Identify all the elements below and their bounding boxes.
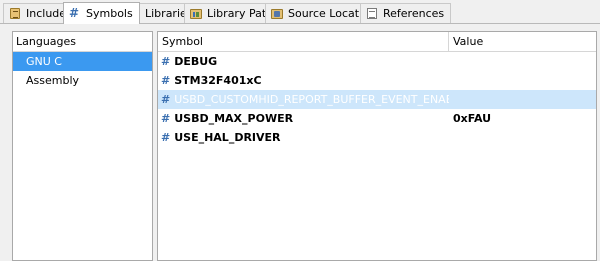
column-header-value[interactable]: Value xyxy=(449,32,596,51)
tab-strip: Includes # Symbols Libraries Library Pat… xyxy=(0,0,600,26)
symbol-name: USBD_CUSTOMHID_REPORT_BUFFER_EVENT_ENABL… xyxy=(174,93,449,106)
symbol-cell: # USBD_CUSTOMHID_REPORT_BUFFER_EVENT_ENAB… xyxy=(158,90,449,109)
table-row[interactable]: # USBD_MAX_POWER 0xFAU xyxy=(158,109,596,128)
library-paths-icon xyxy=(190,7,203,20)
source-location-icon xyxy=(271,7,284,20)
value-cell xyxy=(449,52,596,71)
table-row[interactable]: # USE_HAL_DRIVER xyxy=(158,128,596,147)
includes-icon xyxy=(9,7,22,20)
hash-icon: # xyxy=(161,131,171,144)
language-item-gnu-c[interactable]: GNU C xyxy=(13,52,152,71)
languages-list: Languages GNU C Assembly xyxy=(12,31,153,261)
hash-icon: # xyxy=(161,112,171,125)
table-header: Symbol Value xyxy=(158,32,596,52)
value-cell xyxy=(449,90,596,109)
symbol-cell: # DEBUG xyxy=(158,52,449,71)
tab-label: References xyxy=(383,6,445,20)
value-cell xyxy=(449,71,596,90)
hash-icon: # xyxy=(161,93,171,106)
language-item-assembly[interactable]: Assembly xyxy=(13,71,152,90)
symbol-cell: # USBD_MAX_POWER xyxy=(158,109,449,128)
symbol-name: DEBUG xyxy=(174,55,218,68)
value-cell: 0xFAU xyxy=(453,112,492,125)
symbol-cell: # USE_HAL_DRIVER xyxy=(158,128,449,147)
tab-label: Symbols xyxy=(86,6,133,20)
tab-references[interactable]: References xyxy=(360,3,452,23)
column-header-symbol[interactable]: Symbol xyxy=(158,32,449,51)
symbol-name: STM32F401xC xyxy=(174,74,262,87)
languages-header: Languages xyxy=(13,32,152,52)
symbols-table: Symbol Value # DEBUG # STM32F401xC # USBD_C… xyxy=(157,31,597,261)
table-row-selected[interactable]: # USBD_CUSTOMHID_REPORT_BUFFER_EVENT_ENAB… xyxy=(158,90,596,109)
references-icon xyxy=(366,7,379,20)
table-row[interactable]: # DEBUG xyxy=(158,52,596,71)
hash-icon: # xyxy=(161,74,171,87)
tab-symbols[interactable]: # Symbols xyxy=(63,2,140,24)
hash-icon: # xyxy=(161,55,171,68)
symbol-name: USBD_MAX_POWER xyxy=(174,112,294,125)
hash-icon: # xyxy=(69,6,80,20)
table-row[interactable]: # STM32F401xC xyxy=(158,71,596,90)
value-cell xyxy=(449,128,596,147)
symbol-name: USE_HAL_DRIVER xyxy=(174,131,281,144)
symbol-cell: # STM32F401xC xyxy=(158,71,449,90)
symbols-page: Languages GNU C Assembly Symbol Value # D… xyxy=(0,24,600,261)
